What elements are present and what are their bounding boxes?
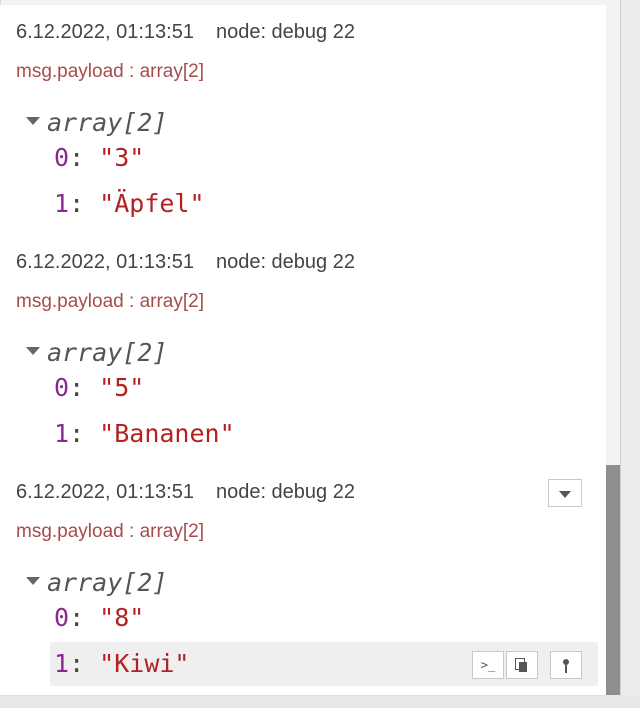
copy-value-button[interactable] xyxy=(506,651,538,679)
item-value: "Äpfel" xyxy=(99,189,205,218)
message-topic: msg.payload : array[2] xyxy=(16,521,204,542)
tree-item[interactable]: 1: "Äpfel" xyxy=(50,182,598,226)
pin-icon xyxy=(563,659,569,673)
copy-icon xyxy=(515,658,529,672)
tree-label: array[2] xyxy=(47,338,168,367)
item-index: 0 xyxy=(54,603,70,632)
debug-message[interactable]: 6.12.2022, 01:13:51 node: debug 22 msg.pa… xyxy=(0,235,606,466)
message-meta: 6.12.2022, 01:13:51 node: debug 22 xyxy=(16,21,355,44)
tree-label: array[2] xyxy=(47,108,168,137)
message-timestamp: 6.12.2022, 01:13:51 xyxy=(16,21,194,43)
panel-footer xyxy=(0,695,640,708)
pin-button[interactable] xyxy=(550,651,582,679)
item-index: 1 xyxy=(54,419,70,448)
caret-down-icon xyxy=(26,577,40,585)
tree-toggle[interactable]: array[2] xyxy=(26,108,167,137)
item-tools: >_ xyxy=(472,651,582,679)
tree-item[interactable]: 1: "Kiwi" >_ xyxy=(50,642,598,686)
message-node-link[interactable]: node: debug 22 xyxy=(216,21,355,43)
item-value: "Bananen" xyxy=(99,419,235,448)
item-value: "Kiwi" xyxy=(99,649,190,678)
tree-item[interactable]: 1: "Bananen" xyxy=(50,412,598,456)
debug-message[interactable]: 6.12.2022, 01:13:51 node: debug 22 msg.pa… xyxy=(0,5,606,236)
message-node-link[interactable]: node: debug 22 xyxy=(216,481,355,503)
message-timestamp: 6.12.2022, 01:13:51 xyxy=(16,251,194,273)
scrollbar-thumb[interactable] xyxy=(606,465,620,695)
item-index: 1 xyxy=(54,649,70,678)
message-node-link[interactable]: node: debug 22 xyxy=(216,251,355,273)
item-value: "5" xyxy=(99,373,145,402)
message-topic: msg.payload : array[2] xyxy=(16,291,204,312)
terminal-icon: >_ xyxy=(480,658,496,672)
caret-down-icon xyxy=(26,117,40,125)
debug-message[interactable]: 6.12.2022, 01:13:51 node: debug 22 msg.pa… xyxy=(0,465,606,696)
caret-down-icon xyxy=(26,347,40,355)
tree-toggle[interactable]: array[2] xyxy=(26,338,167,367)
tree-item[interactable]: 0: "8" xyxy=(50,596,598,640)
message-menu-button[interactable] xyxy=(548,479,582,507)
message-timestamp: 6.12.2022, 01:13:51 xyxy=(16,481,194,503)
tree-toggle[interactable]: array[2] xyxy=(26,568,167,597)
message-meta: 6.12.2022, 01:13:51 node: debug 22 xyxy=(16,481,355,504)
copy-path-button[interactable]: >_ xyxy=(472,651,504,679)
message-topic: msg.payload : array[2] xyxy=(16,61,204,82)
tree-label: array[2] xyxy=(47,568,168,597)
item-value: "8" xyxy=(99,603,145,632)
item-index: 1 xyxy=(54,189,70,218)
tree-item[interactable]: 0: "3" xyxy=(50,136,598,180)
sidebar-gutter xyxy=(620,0,640,695)
message-meta: 6.12.2022, 01:13:51 node: debug 22 xyxy=(16,251,355,274)
item-index: 0 xyxy=(54,143,70,172)
tree-item[interactable]: 0: "5" xyxy=(50,366,598,410)
item-index: 0 xyxy=(54,373,70,402)
item-value: "3" xyxy=(99,143,145,172)
